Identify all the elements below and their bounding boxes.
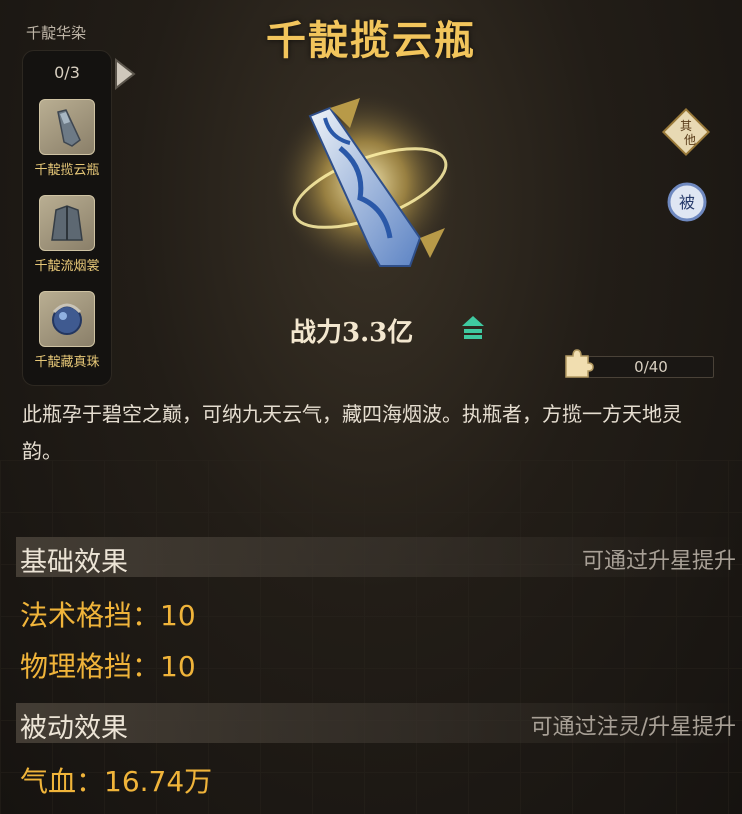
basic-effect-header: 基础效果 可通过升星提升 — [16, 537, 736, 578]
set-panel: 0/3 千靛揽云瓶 千靛流烟裳 千靛藏真珠 — [22, 50, 112, 386]
set-item-robe[interactable]: 千靛流烟裳 — [23, 195, 111, 274]
stat-physical-block: 物理格挡：10 — [20, 650, 196, 683]
set-item-label: 千靛揽云瓶 — [34, 163, 100, 178]
set-name: 千靛华染 — [26, 24, 87, 42]
other-badge-label: 其 — [680, 119, 692, 133]
passive-badge[interactable]: 被 — [666, 181, 708, 223]
pearl-icon — [39, 291, 95, 347]
expand-arrow-icon[interactable] — [112, 58, 138, 90]
robe-icon — [39, 195, 95, 251]
set-item-bottle[interactable]: 千靛揽云瓶 — [23, 99, 111, 178]
combat-power: 战力3.3亿 — [290, 318, 414, 348]
puzzle-piece-icon — [565, 349, 594, 378]
item-description: 此瓶孕于碧空之巅，可纳九天云气，藏四海烟波。执瓶者，方揽一方天地灵韵。 — [22, 402, 682, 463]
passive-badge-label: 被 — [679, 193, 695, 212]
artifact-bottle-image — [273, 91, 457, 275]
passive-effect-header: 被动效果 可通过注灵/升星提升 — [16, 703, 736, 744]
stat-magic-block: 法术格挡：10 — [20, 599, 196, 632]
basic-effect-hint: 可通过升星提升 — [581, 549, 736, 574]
set-item-label: 千靛流烟裳 — [34, 259, 100, 274]
power-up-icon — [462, 316, 484, 339]
basic-effect-title: 基础效果 — [20, 547, 128, 578]
stat-hp: 气血：16.74万 — [20, 765, 213, 798]
shard-progress-bar: 0/40 — [588, 356, 714, 378]
set-item-label: 千靛藏真珠 — [34, 355, 100, 370]
shard-progress-text: 0/40 — [634, 358, 668, 376]
passive-effect-title: 被动效果 — [20, 713, 128, 744]
bottle-icon — [39, 99, 95, 155]
set-item-pearl[interactable]: 千靛藏真珠 — [23, 291, 111, 370]
set-progress: 0/3 — [54, 63, 80, 82]
passive-effect-hint: 可通过注灵/升星提升 — [530, 715, 736, 740]
other-badge[interactable]: 其 他 — [660, 106, 712, 158]
other-badge-label-2: 他 — [684, 133, 696, 147]
